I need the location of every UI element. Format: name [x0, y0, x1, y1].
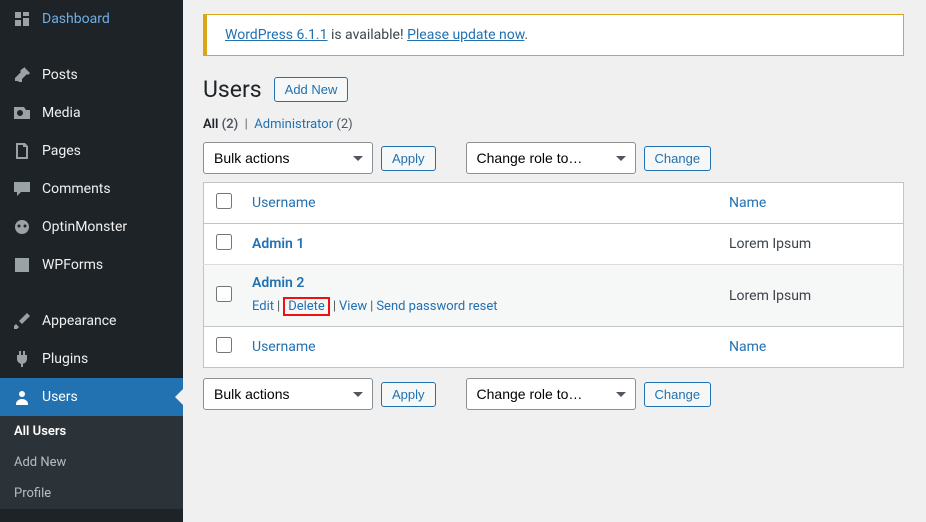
table-row: Admin 2 Edit|Delete|View|Send password r…: [204, 265, 904, 327]
sidebar-item-label: Media: [42, 105, 81, 121]
change-button[interactable]: Change: [644, 146, 712, 171]
tablenav-top: Bulk actions Apply Change role to… Chang…: [203, 142, 904, 174]
wpforms-icon: [12, 255, 32, 275]
sidebar-item-label: Comments: [42, 181, 111, 197]
submenu-profile[interactable]: Profile: [0, 478, 183, 509]
submenu-add-new[interactable]: Add New: [0, 447, 183, 478]
users-table: Username Name Admin 1 Lorem Ipsum Admin …: [203, 182, 904, 368]
notice-suffix: .: [524, 27, 528, 43]
page-icon: [12, 141, 32, 161]
sidebar-item-label: Dashboard: [42, 11, 110, 27]
sidebar-item-label: Users: [42, 389, 78, 405]
sidebar-item-optinmonster[interactable]: OptinMonster: [0, 208, 183, 246]
notice-text: is available!: [327, 27, 407, 43]
change-role-select[interactable]: Change role to…: [466, 142, 636, 174]
sidebar-item-label: Plugins: [42, 351, 88, 367]
main-content: WordPress 6.1.1 is available! Please upd…: [183, 0, 926, 522]
user-link[interactable]: Admin 1: [252, 236, 304, 252]
sidebar-item-label: Appearance: [42, 313, 116, 329]
col-name[interactable]: Name: [719, 183, 904, 224]
sidebar-item-comments[interactable]: Comments: [0, 170, 183, 208]
tablenav-bottom: Bulk actions Apply Change role to… Chang…: [203, 378, 904, 410]
filter-all[interactable]: All (2): [203, 117, 238, 132]
sidebar-item-media[interactable]: Media: [0, 94, 183, 132]
dashboard-icon: [12, 9, 32, 29]
row-checkbox[interactable]: [216, 286, 232, 302]
sidebar-item-appearance[interactable]: Appearance: [0, 302, 183, 340]
table-row: Admin 1 Lorem Ipsum: [204, 224, 904, 265]
bulk-actions-select[interactable]: Bulk actions: [203, 142, 373, 174]
delete-link[interactable]: Delete: [288, 299, 325, 314]
comments-icon: [12, 179, 32, 199]
row-actions: Edit|Delete|View|Send password reset: [252, 297, 709, 316]
optinmonster-icon: [12, 217, 32, 237]
col-name-foot[interactable]: Name: [719, 327, 904, 368]
sidebar-item-label: WPForms: [42, 257, 103, 273]
user-name: Lorem Ipsum: [719, 265, 904, 327]
plug-icon: [12, 349, 32, 369]
sidebar-item-posts[interactable]: Posts: [0, 56, 183, 94]
sidebar-item-dashboard[interactable]: Dashboard: [0, 0, 183, 38]
change-role-select-bottom[interactable]: Change role to…: [466, 378, 636, 410]
page-title: Users: [203, 76, 262, 103]
change-button-bottom[interactable]: Change: [644, 382, 712, 407]
wp-version-link[interactable]: WordPress 6.1.1: [225, 27, 327, 43]
submenu-all-users[interactable]: All Users: [0, 416, 183, 447]
apply-button-bottom[interactable]: Apply: [381, 382, 436, 407]
brush-icon: [12, 311, 32, 331]
sidebar-item-label: OptinMonster: [42, 219, 127, 235]
view-link[interactable]: View: [339, 299, 367, 314]
select-all-bottom[interactable]: [216, 337, 232, 353]
users-icon: [12, 387, 32, 407]
sidebar-item-label: Posts: [42, 67, 78, 83]
select-all-top[interactable]: [216, 193, 232, 209]
sidebar-item-users[interactable]: Users: [0, 378, 183, 416]
apply-button[interactable]: Apply: [381, 146, 436, 171]
filter-links: All (2) | Administrator (2): [203, 117, 904, 132]
sidebar-item-wpforms[interactable]: WPForms: [0, 246, 183, 284]
edit-link[interactable]: Edit: [252, 299, 274, 314]
user-link[interactable]: Admin 2: [252, 275, 304, 291]
update-notice: WordPress 6.1.1 is available! Please upd…: [203, 14, 904, 56]
sidebar-item-pages[interactable]: Pages: [0, 132, 183, 170]
sidebar-item-label: Pages: [42, 143, 81, 159]
add-new-button[interactable]: Add New: [274, 77, 349, 102]
media-icon: [12, 103, 32, 123]
user-name: Lorem Ipsum: [719, 224, 904, 265]
col-username[interactable]: Username: [242, 183, 719, 224]
col-username-foot[interactable]: Username: [242, 327, 719, 368]
row-checkbox[interactable]: [216, 234, 232, 250]
sidebar-item-plugins[interactable]: Plugins: [0, 340, 183, 378]
filter-administrator[interactable]: Administrator (2): [254, 117, 352, 132]
admin-sidebar: Dashboard Posts Media Pages Comments Opt…: [0, 0, 183, 522]
pin-icon: [12, 65, 32, 85]
bulk-actions-select-bottom[interactable]: Bulk actions: [203, 378, 373, 410]
update-now-link[interactable]: Please update now: [407, 27, 524, 43]
send-password-reset-link[interactable]: Send password reset: [376, 299, 497, 314]
users-submenu: All Users Add New Profile: [0, 416, 183, 509]
